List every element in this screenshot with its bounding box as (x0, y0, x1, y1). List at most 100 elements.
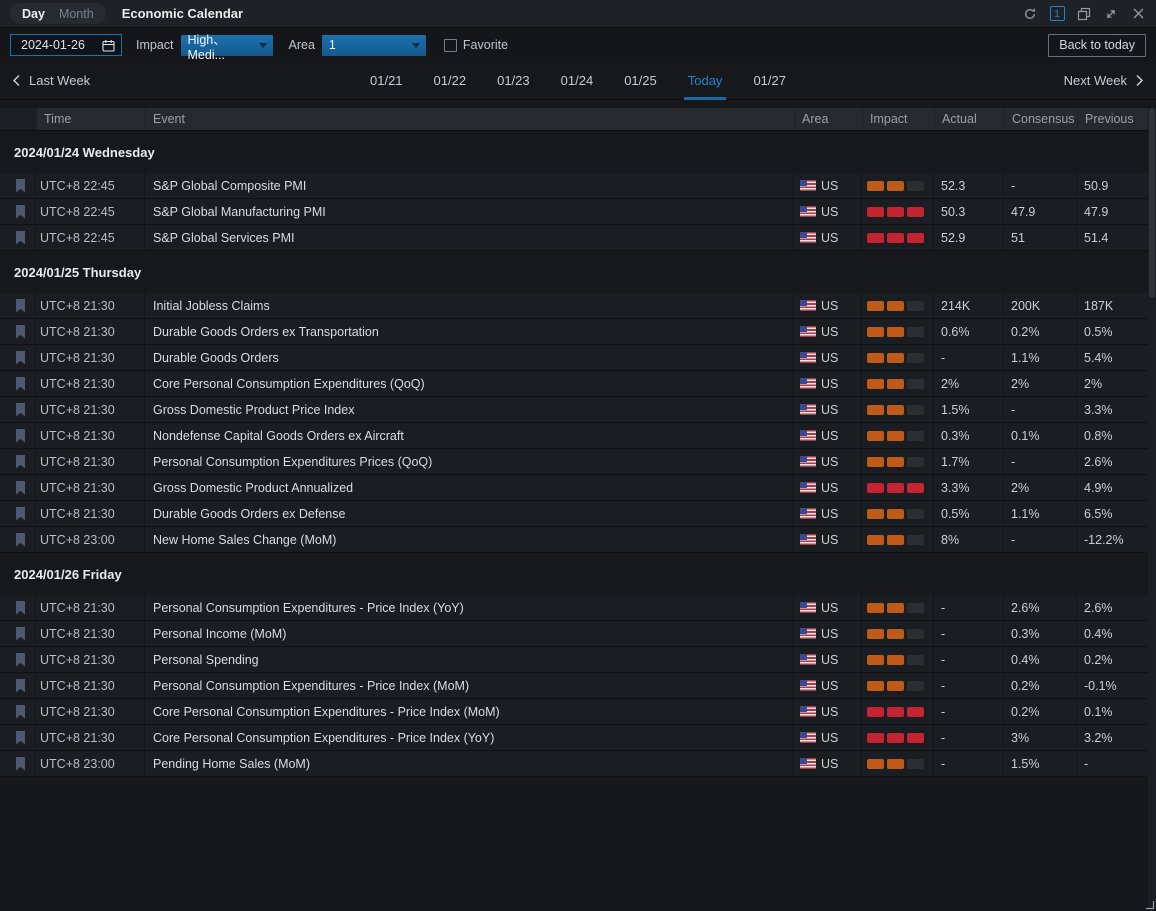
close-icon[interactable] (1130, 6, 1146, 22)
bookmark-icon[interactable] (15, 403, 26, 417)
scrollbar-thumb[interactable] (1149, 108, 1155, 298)
economic-calendar-window: Day Month Economic Calendar 1 2024-01-26 (0, 0, 1156, 911)
column-header-previous: Previous (1077, 108, 1148, 130)
event-row[interactable]: UTC+8 21:30Durable Goods Orders ex Trans… (0, 319, 1148, 345)
bookmark-icon[interactable] (15, 731, 26, 745)
time-cell: UTC+8 22:45 (36, 225, 145, 250)
event-row[interactable]: UTC+8 21:30Personal Consumption Expendit… (0, 673, 1148, 699)
impact-indicator (862, 345, 934, 370)
time-cell: UTC+8 22:45 (36, 199, 145, 224)
week-day-today[interactable]: Today (686, 62, 725, 99)
area-code: US (821, 533, 838, 547)
bookmark-icon[interactable] (15, 627, 26, 641)
column-header-consensus: Consensus (1004, 108, 1077, 130)
event-row[interactable]: UTC+8 21:30Gross Domestic Product Price … (0, 397, 1148, 423)
bookmark-icon[interactable] (15, 455, 26, 469)
bookmark-icon[interactable] (15, 205, 26, 219)
bookmark-icon[interactable] (15, 299, 26, 313)
event-row[interactable]: UTC+8 23:00Pending Home Sales (MoM)US-1.… (0, 751, 1148, 777)
impact-bar (907, 483, 924, 493)
view-toggle: Day Month (10, 3, 106, 24)
event-row[interactable]: UTC+8 21:30Durable Goods Orders ex Defen… (0, 501, 1148, 527)
column-header-bookmark (0, 108, 36, 130)
event-row[interactable]: UTC+8 21:30Core Personal Consumption Exp… (0, 371, 1148, 397)
resize-grip-icon[interactable] (1143, 898, 1155, 910)
date-input[interactable]: 2024-01-26 (10, 34, 122, 56)
impact-bar (887, 759, 904, 769)
impact-bar (867, 233, 884, 243)
area-dropdown[interactable]: 1 (322, 35, 426, 56)
bookmark-icon[interactable] (15, 429, 26, 443)
tab-month[interactable]: Month (59, 7, 94, 21)
back-to-today-button[interactable]: Back to today (1048, 34, 1146, 57)
impact-bar (907, 535, 924, 545)
event-row[interactable]: UTC+8 21:30Personal Consumption Expendit… (0, 449, 1148, 475)
previous-cell: 3.2% (1077, 725, 1148, 750)
event-row[interactable]: UTC+8 21:30Initial Jobless ClaimsUS214K2… (0, 293, 1148, 319)
tab-day[interactable]: Day (22, 7, 45, 21)
bookmark-icon[interactable] (15, 679, 26, 693)
bookmark-icon[interactable] (15, 179, 26, 193)
impact-dropdown[interactable]: High、Medi... (181, 35, 273, 56)
bookmark-icon[interactable] (15, 351, 26, 365)
bookmark-icon[interactable] (15, 231, 26, 245)
us-flag-icon (800, 602, 816, 613)
event-name-cell: Gross Domestic Product Annualized (145, 475, 794, 500)
consensus-cell: 0.3% (1004, 621, 1077, 646)
bookmark-icon[interactable] (15, 705, 26, 719)
events-table: TimeEventAreaImpactActualConsensusPrevio… (0, 108, 1148, 777)
event-row[interactable]: UTC+8 21:30Core Personal Consumption Exp… (0, 725, 1148, 751)
week-day-01-22[interactable]: 01/22 (432, 62, 469, 99)
chevron-down-icon (259, 43, 267, 48)
previous-cell: 4.9% (1077, 475, 1148, 500)
actual-cell: 0.5% (934, 501, 1004, 526)
week-days: 01/21 01/22 01/23 01/24 01/25 Today 01/27 (0, 62, 1156, 99)
favorite-label: Favorite (463, 38, 508, 52)
section-header: 2024/01/26 Friday (0, 553, 1148, 595)
previous-cell: 51.4 (1077, 225, 1148, 250)
bookmark-cell (0, 423, 36, 448)
week-day-01-24[interactable]: 01/24 (559, 62, 596, 99)
area-code: US (821, 205, 838, 219)
bookmark-icon[interactable] (15, 507, 26, 521)
impact-bar (867, 379, 884, 389)
us-flag-icon (800, 206, 816, 217)
event-row[interactable]: UTC+8 22:45S&P Global Services PMIUS52.9… (0, 225, 1148, 251)
event-row[interactable]: UTC+8 22:45S&P Global Composite PMIUS52.… (0, 173, 1148, 199)
bookmark-icon[interactable] (15, 653, 26, 667)
event-row[interactable]: UTC+8 21:30Gross Domestic Product Annual… (0, 475, 1148, 501)
bookmark-icon[interactable] (15, 533, 26, 547)
favorite-checkbox[interactable] (444, 39, 457, 52)
event-name-cell: Personal Consumption Expenditures Prices… (145, 449, 794, 474)
time-cell: UTC+8 21:30 (36, 475, 145, 500)
event-row[interactable]: UTC+8 21:30Personal Income (MoM)US-0.3%0… (0, 621, 1148, 647)
event-row[interactable]: UTC+8 21:30Nondefense Capital Goods Orde… (0, 423, 1148, 449)
week-day-01-23[interactable]: 01/23 (495, 62, 532, 99)
bookmark-icon[interactable] (15, 481, 26, 495)
vertical-scrollbar[interactable] (1148, 108, 1156, 907)
refresh-icon[interactable] (1022, 6, 1038, 22)
event-row[interactable]: UTC+8 21:30Personal SpendingUS-0.4%0.2% (0, 647, 1148, 673)
area-code: US (821, 231, 838, 245)
cascade-windows-icon[interactable] (1076, 6, 1092, 22)
week-day-01-27[interactable]: 01/27 (751, 62, 788, 99)
expand-icon[interactable] (1103, 6, 1119, 22)
area-code: US (821, 731, 838, 745)
event-row[interactable]: UTC+8 21:30Durable Goods OrdersUS-1.1%5.… (0, 345, 1148, 371)
event-row[interactable]: UTC+8 21:30Personal Consumption Expendit… (0, 595, 1148, 621)
bookmark-icon[interactable] (15, 757, 26, 771)
panel-count-icon[interactable]: 1 (1049, 6, 1065, 22)
event-row[interactable]: UTC+8 23:00New Home Sales Change (MoM)US… (0, 527, 1148, 553)
impact-bar (887, 733, 904, 743)
week-day-01-21[interactable]: 01/21 (368, 62, 405, 99)
event-row[interactable]: UTC+8 21:30Core Personal Consumption Exp… (0, 699, 1148, 725)
event-row[interactable]: UTC+8 22:45S&P Global Manufacturing PMIU… (0, 199, 1148, 225)
impact-bar (907, 353, 924, 363)
bookmark-icon[interactable] (15, 377, 26, 391)
bookmark-icon[interactable] (15, 601, 26, 615)
us-flag-icon (800, 508, 816, 519)
previous-cell: 0.5% (1077, 319, 1148, 344)
bookmark-icon[interactable] (15, 325, 26, 339)
week-day-01-25[interactable]: 01/25 (622, 62, 659, 99)
actual-cell: - (934, 595, 1004, 620)
